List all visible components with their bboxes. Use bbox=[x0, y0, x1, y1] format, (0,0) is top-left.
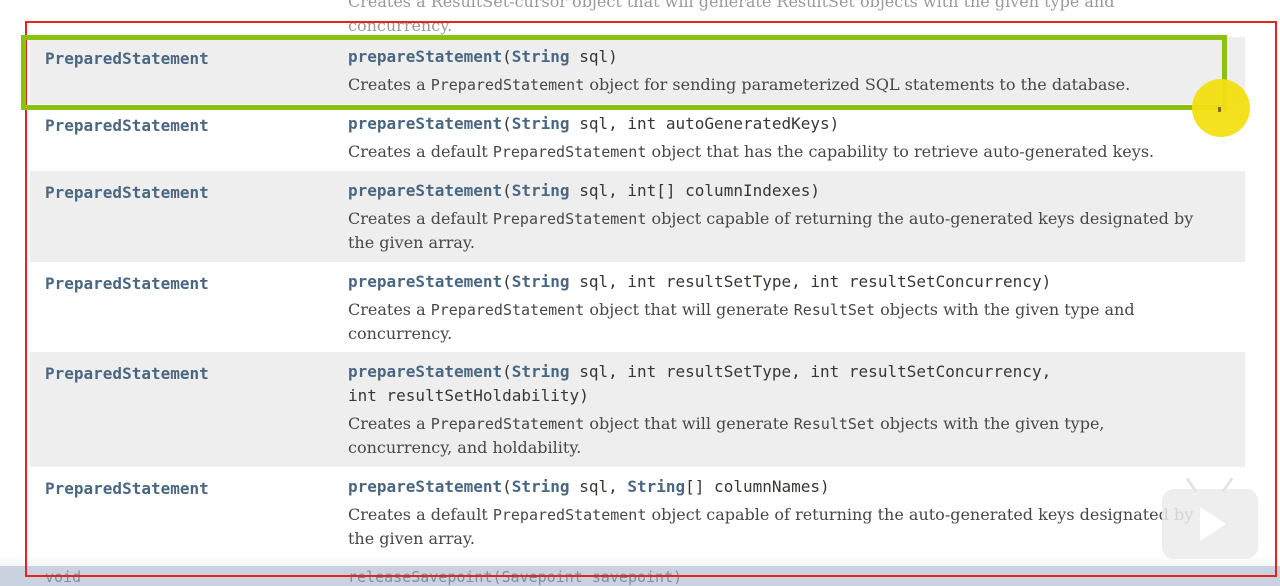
method-link[interactable]: prepareStatement bbox=[348, 181, 502, 200]
param-type-link[interactable]: String bbox=[512, 362, 570, 381]
method-link[interactable]: prepareStatement bbox=[348, 362, 502, 381]
cursor-highlight bbox=[1192, 79, 1250, 137]
play-icon bbox=[1200, 507, 1226, 541]
method-signature: prepareStatement(String sql, int resultS… bbox=[348, 272, 1052, 291]
method-signature: prepareStatement(String sql, int resultS… bbox=[348, 362, 1052, 405]
param-type-link[interactable]: String bbox=[512, 272, 570, 291]
method-description: Creates a PreparedStatement object that … bbox=[348, 414, 1105, 457]
table-row: PreparedStatement prepareStatement(Strin… bbox=[30, 104, 1245, 171]
return-type-link[interactable]: PreparedStatement bbox=[45, 49, 209, 68]
return-type-link[interactable]: PreparedStatement bbox=[45, 364, 209, 383]
method-link[interactable]: prepareStatement bbox=[348, 477, 502, 496]
return-type-link[interactable]: PreparedStatement bbox=[45, 479, 209, 498]
table-row: PreparedStatement prepareStatement(Strin… bbox=[30, 171, 1245, 262]
return-type-link[interactable]: PreparedStatement bbox=[45, 274, 209, 293]
method-description: Creates a PreparedStatement object that … bbox=[348, 300, 1135, 343]
cursor-pointer-icon bbox=[1218, 107, 1221, 112]
video-play-button[interactable] bbox=[1162, 477, 1258, 559]
return-type-link[interactable]: void bbox=[45, 568, 81, 586]
param-type-link[interactable]: String bbox=[512, 47, 570, 66]
method-signature[interactable]: releaseSavepoint(Savepoint savepoint) bbox=[348, 568, 682, 586]
param-type-link[interactable]: String bbox=[512, 181, 570, 200]
method-link[interactable]: prepareStatement bbox=[348, 114, 502, 133]
method-description: Creates a PreparedStatement object for s… bbox=[348, 75, 1131, 94]
method-link[interactable]: prepareStatement bbox=[348, 47, 502, 66]
table-row: PreparedStatement prepareStatement(Strin… bbox=[30, 467, 1245, 559]
param-type-link[interactable]: String bbox=[512, 114, 570, 133]
previous-row-text: Creates a ResultSet-cursor object that w… bbox=[348, 0, 1115, 35]
method-link[interactable]: prepareStatement bbox=[348, 272, 502, 291]
return-type-link[interactable]: PreparedStatement bbox=[45, 183, 209, 202]
table-row: PreparedStatement prepareStatement(Strin… bbox=[30, 352, 1245, 467]
method-description: Creates a default PreparedStatement obje… bbox=[348, 209, 1194, 252]
javadoc-page: Creates a ResultSet-cursor object that w… bbox=[0, 0, 1280, 586]
return-type-link[interactable]: PreparedStatement bbox=[45, 116, 209, 135]
method-signature: prepareStatement(String sql, int[] colum… bbox=[348, 181, 821, 200]
method-signature: prepareStatement(String sql, int autoGen… bbox=[348, 114, 840, 133]
method-signature: prepareStatement(String sql, String[] co… bbox=[348, 477, 830, 496]
param-type-link[interactable]: String bbox=[627, 477, 685, 496]
method-description: Creates a default PreparedStatement obje… bbox=[348, 142, 1155, 161]
table-row: PreparedStatement prepareStatement(Strin… bbox=[30, 37, 1245, 104]
method-description: Creates a default PreparedStatement obje… bbox=[348, 505, 1194, 548]
param-type-link[interactable]: String bbox=[512, 477, 570, 496]
table-row: PreparedStatement prepareStatement(Strin… bbox=[30, 262, 1245, 352]
table-row: void releaseSavepoint(Savepoint savepoin… bbox=[0, 566, 1280, 586]
method-signature: prepareStatement(String sql) bbox=[348, 47, 618, 66]
